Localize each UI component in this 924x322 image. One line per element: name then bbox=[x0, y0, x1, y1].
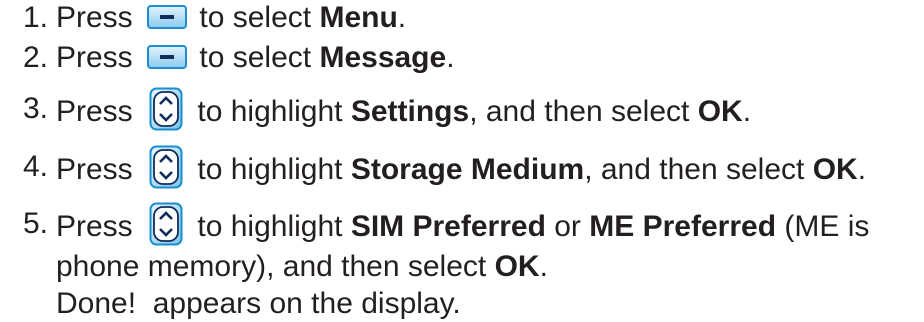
step-text: Press bbox=[56, 41, 133, 74]
step-text: to select bbox=[199, 1, 312, 34]
step-text: Press bbox=[56, 209, 133, 243]
soft-key-icon bbox=[147, 45, 188, 70]
step-number: 2. bbox=[22, 41, 48, 74]
step-text: , and then select bbox=[584, 152, 805, 186]
step-number: 4. bbox=[22, 150, 48, 183]
step-text: or bbox=[554, 209, 581, 243]
step-text: , and then select bbox=[469, 94, 690, 128]
step-text: . bbox=[857, 152, 867, 186]
menu-term: Storage Medium bbox=[350, 152, 585, 186]
step-text: Press bbox=[56, 152, 133, 186]
navigation-key-icon bbox=[149, 202, 183, 246]
step-text: to select bbox=[199, 41, 312, 74]
step-text: . bbox=[742, 94, 752, 128]
ok-term: OK bbox=[494, 250, 540, 283]
menu-term: SIM Preferred bbox=[350, 209, 546, 243]
step-number: 1. bbox=[22, 1, 48, 34]
menu-term: ME Preferred bbox=[589, 209, 777, 243]
soft-key-icon bbox=[147, 5, 188, 30]
step-text: . bbox=[397, 1, 407, 34]
step-text: to highlight bbox=[197, 94, 343, 128]
step-text: Press bbox=[56, 1, 133, 34]
menu-term: Menu bbox=[319, 1, 398, 34]
done-text: Done! appears on the display. bbox=[56, 287, 461, 320]
step-text: . bbox=[446, 41, 455, 74]
step-text: . bbox=[539, 250, 548, 283]
step-text: to highlight bbox=[197, 209, 343, 243]
step-number: 3. bbox=[22, 92, 48, 125]
ok-term: OK bbox=[812, 152, 858, 186]
menu-term: Message bbox=[319, 41, 447, 74]
navigation-key-icon bbox=[149, 145, 183, 189]
ok-term: OK bbox=[697, 94, 743, 128]
menu-term: Settings bbox=[350, 94, 470, 128]
step-text: to highlight bbox=[197, 152, 343, 186]
step-text: (ME is bbox=[784, 209, 870, 243]
step-number: 5. bbox=[22, 207, 48, 240]
navigation-key-icon bbox=[149, 87, 183, 131]
step-text: Press bbox=[56, 94, 133, 128]
step-text: phone memory), and then select bbox=[56, 250, 487, 283]
